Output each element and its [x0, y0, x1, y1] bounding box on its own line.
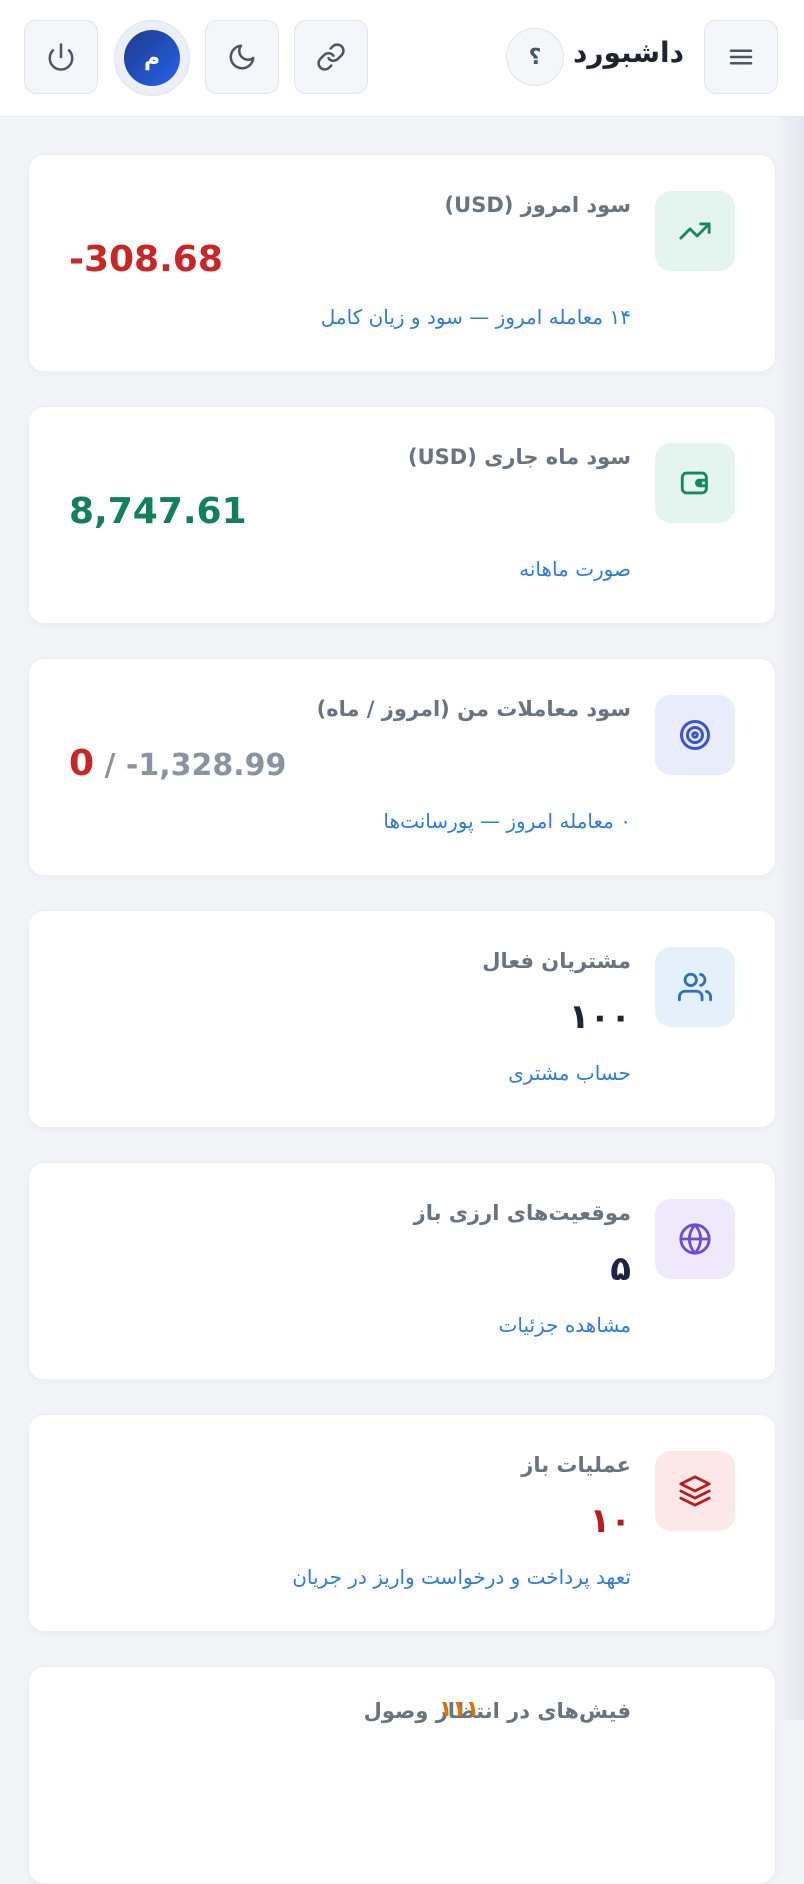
- card-icon-box: [655, 695, 735, 775]
- stat-card-open-positions[interactable]: موقعیت‌های ارزی باز ۵ مشاهده جزئیات: [28, 1162, 776, 1380]
- stat-card-open-operations[interactable]: عملیات باز ۱۰ تعهد پرداخت و درخواست واری…: [28, 1414, 776, 1632]
- users-icon: [678, 972, 712, 1002]
- avatar: م: [124, 30, 180, 86]
- card-title: فیش‌های در انتظار وصول: [363, 1699, 631, 1723]
- stat-card-pending-receipts[interactable]: فیش‌های در انتظار وصول ۱۱۱: [28, 1666, 776, 1884]
- card-value: ۱۰۰: [568, 997, 631, 1037]
- link-button[interactable]: [294, 20, 368, 94]
- wallet-icon: [680, 471, 708, 495]
- stat-card-month-profit[interactable]: سود ماه جاری (USD) 8,747.61 صورت ماهانه: [28, 406, 776, 624]
- card-icon-box: [655, 947, 735, 1027]
- globe-icon: [679, 1223, 711, 1255]
- card-title: عملیات باز: [521, 1453, 631, 1477]
- top-bar: داشبورد ؟ م: [0, 0, 804, 117]
- card-value-today: 0: [69, 743, 95, 784]
- card-title: مشتریان فعال: [482, 949, 631, 973]
- trending-up-icon: [679, 222, 711, 240]
- card-link[interactable]: صورت ماهانه: [519, 557, 631, 581]
- card-value: -308.68: [69, 239, 223, 280]
- power-icon: [48, 43, 74, 71]
- target-icon: [680, 720, 710, 750]
- page-title: داشبورد: [573, 36, 684, 69]
- logout-button[interactable]: [24, 20, 98, 94]
- card-value-separator: /: [94, 748, 126, 783]
- moon-icon: [229, 44, 255, 70]
- card-link[interactable]: تعهد پرداخت و درخواست واریز در جریان: [292, 1565, 631, 1589]
- help-button[interactable]: ؟: [506, 28, 564, 86]
- layers-icon: [679, 1475, 711, 1507]
- menu-button[interactable]: [704, 20, 778, 94]
- card-link[interactable]: ۱۴ معامله امروز — سود و زیان کامل: [321, 305, 631, 329]
- theme-toggle-button[interactable]: [205, 20, 279, 94]
- card-title: سود معاملات من (امروز / ماه): [316, 697, 631, 721]
- stat-card-my-trades-profit[interactable]: سود معاملات من (امروز / ماه) 0 / -1,328.…: [28, 658, 776, 876]
- card-link[interactable]: حساب مشتری: [508, 1061, 631, 1085]
- card-link[interactable]: مشاهده جزئیات: [499, 1313, 631, 1337]
- card-icon-box: [655, 443, 735, 523]
- card-title: موقعیت‌های ارزی باز: [413, 1201, 631, 1225]
- card-value-month: -1,328.99: [125, 748, 287, 783]
- card-title: سود امروز (USD): [444, 193, 631, 217]
- card-value: ۵: [610, 1249, 631, 1289]
- link-icon: [317, 43, 345, 71]
- menu-icon: [729, 49, 753, 65]
- scroll-shadow: [776, 116, 804, 1720]
- card-icon-box: [655, 1199, 735, 1279]
- card-value: ۱۰: [589, 1501, 631, 1541]
- card-badge: ۱۱۱: [439, 1697, 480, 1722]
- stat-card-active-customers[interactable]: مشتریان فعال ۱۰۰ حساب مشتری: [28, 910, 776, 1128]
- card-value: 8,747.61: [69, 491, 247, 532]
- stat-card-today-profit[interactable]: سود امروز (USD) -308.68 ۱۴ معامله امروز …: [28, 154, 776, 372]
- user-menu-button[interactable]: م: [114, 20, 190, 96]
- card-icon-box: [655, 191, 735, 271]
- card-value-pair: 0 / -1,328.99: [69, 743, 286, 784]
- card-link[interactable]: ۰ معامله امروز — پورسانت‌ها: [383, 809, 631, 833]
- card-icon-box: [655, 1451, 735, 1531]
- card-title: سود ماه جاری (USD): [408, 445, 631, 469]
